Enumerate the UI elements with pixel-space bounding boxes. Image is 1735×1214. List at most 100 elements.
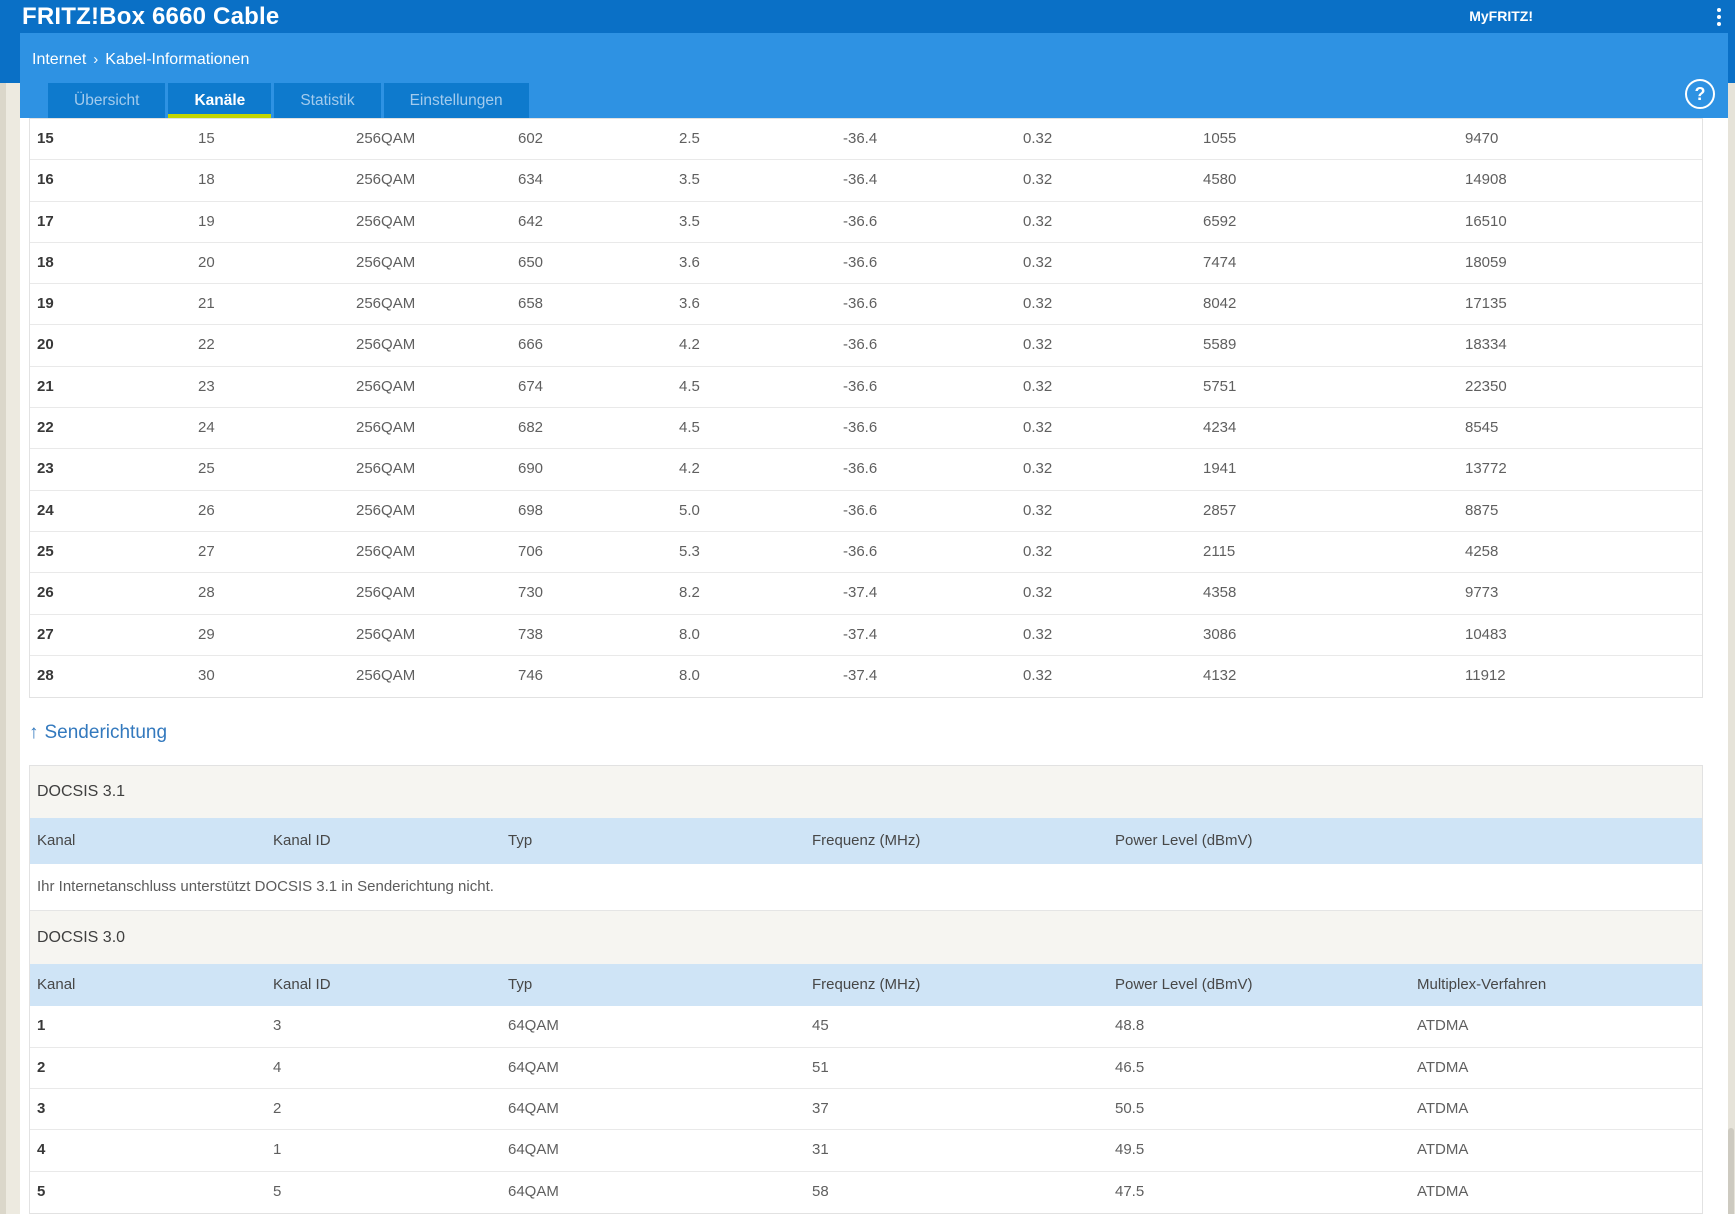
- table-cell: 0.32: [1023, 460, 1053, 478]
- table-cell: 738: [518, 625, 544, 643]
- table-row: 21 23 256QAM 674 4.5 -36.6 0.32 5751 22350: [30, 367, 1702, 409]
- table-cell: 22: [37, 419, 54, 437]
- table-row: 26 28 256QAM 730 8.2 -37.4 0.32 4358 9773: [30, 573, 1702, 615]
- table-cell: 11912: [1465, 666, 1506, 684]
- table-cell: -36.4: [843, 171, 878, 189]
- tab-übersicht[interactable]: Übersicht: [48, 83, 166, 118]
- tab-kanäle[interactable]: Kanäle: [168, 83, 272, 118]
- table-cell: 682: [518, 419, 544, 437]
- column-header: Frequenz (MHz): [812, 832, 921, 850]
- table-cell: -36.6: [843, 419, 878, 437]
- table-cell: 0.32: [1023, 171, 1053, 189]
- docsis31-message: Ihr Internetanschluss unterstützt DOCSIS…: [37, 878, 494, 896]
- table-cell: -36.6: [843, 460, 878, 478]
- table-cell: 256QAM: [356, 460, 416, 478]
- table-cell: 3.5: [679, 171, 700, 189]
- app-title: FRITZ!Box 6660 Cable: [22, 3, 280, 30]
- table-cell: 5: [37, 1182, 46, 1200]
- table-cell: -37.4: [843, 584, 878, 602]
- table-row: 16 18 256QAM 634 3.5 -36.4 0.32 4580 14908: [30, 160, 1702, 202]
- table-cell: 21: [198, 295, 215, 313]
- table-cell: 24: [198, 419, 215, 437]
- table-cell: 64QAM: [508, 1099, 559, 1117]
- table-row: 3 2 64QAM 37 50.5 ATDMA: [30, 1089, 1702, 1131]
- table-cell: 256QAM: [356, 584, 416, 602]
- page-left-edge: [0, 0, 6, 1214]
- table-cell: 2: [273, 1099, 282, 1117]
- table-cell: 19: [37, 295, 54, 313]
- myfritz-link[interactable]: MyFRITZ!: [1469, 0, 1533, 33]
- table-cell: 1: [37, 1017, 46, 1035]
- table-cell: -37.4: [843, 666, 878, 684]
- table-cell: 64QAM: [508, 1017, 559, 1035]
- table-cell: 256QAM: [356, 542, 416, 560]
- help-button[interactable]: ?: [1685, 79, 1715, 109]
- table-cell: 18059: [1465, 253, 1507, 271]
- table-row: 17 19 256QAM 642 3.5 -36.6 0.32 6592 16510: [30, 202, 1702, 243]
- table-cell: -36.6: [843, 377, 878, 395]
- column-header: Power Level (dBmV): [1115, 832, 1253, 850]
- upstream-heading: ↑ Senderichtung: [29, 718, 1728, 748]
- table-cell: 18: [198, 171, 215, 189]
- table-cell: 0.32: [1023, 295, 1053, 313]
- table-cell: 4132: [1203, 666, 1237, 684]
- table-cell: 0.32: [1023, 501, 1053, 519]
- breadcrumb-section[interactable]: Internet: [32, 51, 86, 68]
- column-header: Kanal: [37, 832, 76, 850]
- tab-label: Statistik: [300, 92, 355, 109]
- upstream-tables-box: DOCSIS 3.1 Kanal Kanal ID Typ Frequenz (MHz…: [29, 765, 1703, 1214]
- table-cell: 5.0: [679, 501, 700, 519]
- table-cell: 256QAM: [356, 212, 416, 230]
- table-cell: 2857: [1203, 501, 1237, 519]
- scrollbar-track[interactable]: [1727, 83, 1735, 1214]
- table-cell: -36.4: [843, 130, 878, 147]
- table-cell: 256QAM: [356, 336, 416, 354]
- tab-einstellungen[interactable]: Einstellungen: [383, 83, 529, 118]
- table-cell: 8545: [1465, 419, 1499, 437]
- table-cell: -36.6: [843, 501, 878, 519]
- table-cell: 25: [37, 542, 54, 560]
- table-cell: 26: [198, 501, 215, 519]
- table-cell: 4.5: [679, 419, 700, 437]
- table-cell: ATDMA: [1417, 1141, 1469, 1159]
- docsis30-section-label: DOCSIS 3.0: [30, 910, 1702, 965]
- table-cell: 23: [198, 377, 215, 395]
- table-cell: 17135: [1465, 295, 1507, 313]
- kebab-menu-icon[interactable]: [1711, 7, 1727, 27]
- docsis31-section-label: DOCSIS 3.1: [30, 766, 1702, 819]
- docsis30-table: 1 3 64QAM 45 48.8 ATDMA 2 4 64QAM 51 46.5 ATDMA 3 2 64…: [30, 1006, 1702, 1213]
- table-row: 22 24 256QAM 682 4.5 -36.6 0.32 4234 8545: [30, 408, 1702, 450]
- table-cell: 15: [198, 130, 215, 147]
- table-cell: 50.5: [1115, 1099, 1145, 1117]
- column-header: Kanal ID: [273, 832, 331, 850]
- table-row: 27 29 256QAM 738 8.0 -37.4 0.32 3086 10483: [30, 615, 1702, 656]
- table-cell: 24: [37, 501, 54, 519]
- table-cell: 256QAM: [356, 625, 416, 643]
- table-cell: 3: [273, 1017, 282, 1035]
- table-cell: 13772: [1465, 460, 1507, 478]
- table-cell: 690: [518, 460, 544, 478]
- table-cell: 658: [518, 295, 544, 313]
- table-cell: 6592: [1203, 212, 1237, 230]
- table-cell: 15: [37, 130, 54, 147]
- table-cell: 2.5: [679, 130, 700, 147]
- table-row: 18 20 256QAM 650 3.6 -36.6 0.32 7474 18059: [30, 243, 1702, 285]
- table-cell: 46.5: [1115, 1058, 1145, 1076]
- table-row: 28 30 256QAM 746 8.0 -37.4 0.32 4132 11912: [30, 656, 1702, 697]
- table-cell: 256QAM: [356, 253, 416, 271]
- tab-bar: Übersicht Kanäle Statistik Einstellungen: [48, 83, 529, 118]
- tab-label: Kanäle: [194, 92, 246, 109]
- table-cell: ATDMA: [1417, 1058, 1469, 1076]
- scrollbar-thumb[interactable]: [1728, 1128, 1734, 1214]
- table-cell: 51: [812, 1058, 829, 1076]
- table-cell: -36.6: [843, 253, 878, 271]
- table-cell: 22350: [1465, 377, 1507, 395]
- column-header: Kanal: [37, 976, 76, 994]
- tab-label: Übersicht: [74, 92, 140, 109]
- tab-statistik[interactable]: Statistik: [274, 83, 381, 118]
- table-cell: 17: [37, 212, 54, 230]
- table-cell: 9470: [1465, 130, 1499, 147]
- table-cell: 20: [37, 336, 54, 354]
- table-cell: 64QAM: [508, 1182, 559, 1200]
- table-cell: 634: [518, 171, 544, 189]
